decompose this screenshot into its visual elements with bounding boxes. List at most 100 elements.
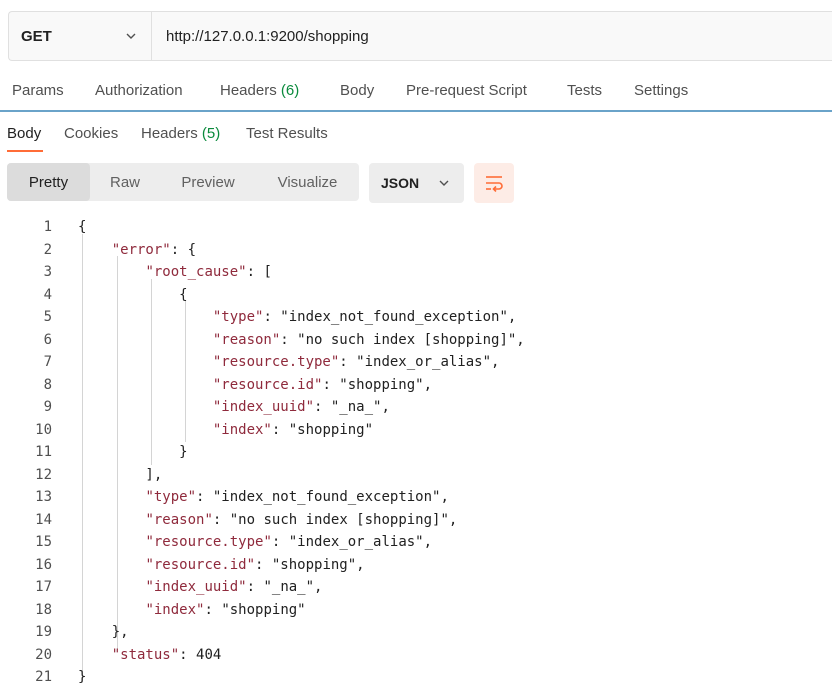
tab-label: Body — [7, 125, 42, 142]
tab-label: Settings — [634, 82, 689, 99]
code-line: 2 "error": { — [0, 239, 832, 262]
tab-label: Cookies — [64, 125, 119, 142]
active-tab-indicator — [7, 150, 43, 152]
tab-authorization[interactable]: Authorization — [95, 82, 183, 99]
line-number: 6 — [43, 331, 52, 348]
line-number: 21 — [35, 669, 52, 685]
request-url-bar: GET — [8, 11, 832, 61]
tab-label: Authorization — [95, 82, 183, 99]
line-number: 12 — [35, 466, 52, 483]
tab-label: Tests — [567, 82, 603, 99]
line-number: 16 — [35, 556, 52, 573]
code-line: 6 "reason": "no such index [shopping]", — [0, 329, 832, 352]
line-number: 15 — [35, 534, 52, 550]
response-tab-body[interactable]: Body — [7, 125, 41, 142]
code-line: 21} — [0, 666, 832, 689]
code-text: "index": "shopping" — [212, 421, 374, 438]
code-text: "resource.id": "shopping", — [145, 556, 365, 573]
code-text: "resource.id": "shopping", — [212, 376, 433, 393]
response-body-viewer: 1{2 "error": {3 "root_cause": [4 {5 "typ… — [0, 216, 832, 689]
code-line: 9 "index_uuid": "_na_", — [0, 396, 832, 419]
code-text: } — [78, 444, 188, 460]
view-mode-label: Pretty — [28, 173, 69, 191]
code-text: "resource.type": "index_or_alias", — [212, 354, 500, 370]
format-label: JSON — [381, 175, 420, 191]
tab-label: Params — [12, 82, 64, 99]
code-text: "type": "index_not_found_exception", — [145, 489, 449, 505]
tab-settings[interactable]: Settings — [634, 82, 688, 99]
code-line: 4 { — [0, 284, 832, 307]
line-number: 2 — [43, 241, 52, 258]
tab-label: Test Results — [246, 125, 328, 142]
code-text: "reason": "no such index [shopping]", — [212, 331, 525, 348]
code-text: } — [78, 669, 87, 685]
line-number: 14 — [35, 511, 52, 528]
line-number: 7 — [43, 354, 52, 370]
tab-params[interactable]: Params — [12, 82, 64, 99]
code-text: "index_uuid": "_na_", — [145, 579, 323, 595]
view-mode-label: Raw — [109, 173, 140, 191]
method-selector[interactable]: GET — [9, 12, 152, 60]
code-line: 1{ — [0, 216, 832, 239]
line-number: 4 — [43, 286, 52, 303]
tab-label: Headers — [220, 82, 277, 99]
code-line: 3 "root_cause": [ — [0, 261, 832, 284]
code-line: 17 "index_uuid": "_na_", — [0, 576, 832, 599]
line-number: 5 — [43, 309, 52, 325]
request-tabs: Params Authorization Headers (6) Body Pr… — [0, 70, 832, 112]
view-mode-label: Preview — [181, 173, 235, 191]
chevron-down-icon — [439, 180, 449, 186]
code-line: 5 "type": "index_not_found_exception", — [0, 306, 832, 329]
view-raw-button[interactable]: Raw — [90, 163, 160, 201]
code-text: }, — [78, 624, 129, 640]
tab-label: Pre-request Script — [406, 82, 527, 99]
response-tab-cookies[interactable]: Cookies — [64, 125, 118, 142]
response-tab-headers[interactable]: Headers (5) — [141, 125, 220, 142]
code-line: 14 "reason": "no such index [shopping]", — [0, 509, 832, 532]
tab-headers[interactable]: Headers (6) — [220, 82, 299, 99]
wrap-lines-icon — [486, 176, 503, 192]
code-line: 15 "resource.type": "index_or_alias", — [0, 531, 832, 554]
code-line: 18 "index": "shopping" — [0, 599, 832, 622]
line-number: 1 — [43, 219, 52, 235]
code-line: 13 "type": "index_not_found_exception", — [0, 486, 832, 509]
line-number: 9 — [43, 399, 52, 415]
line-number: 10 — [35, 421, 52, 438]
view-pretty-button[interactable]: Pretty — [7, 163, 90, 201]
tab-body[interactable]: Body — [340, 82, 374, 99]
view-mode-toggle: Pretty Raw Preview Visualize — [7, 163, 359, 201]
tab-label: Body — [340, 82, 375, 99]
code-text: "reason": "no such index [shopping]", — [145, 511, 458, 528]
url-input[interactable] — [152, 26, 768, 46]
code-text: "status": 404 — [111, 646, 222, 663]
method-label: GET — [21, 27, 52, 45]
code-line: 19 }, — [0, 621, 832, 644]
chevron-down-icon — [126, 33, 136, 39]
view-mode-label: Visualize — [277, 173, 338, 191]
line-number: 18 — [35, 601, 52, 618]
format-selector[interactable]: JSON — [369, 163, 464, 203]
wrap-lines-button[interactable] — [474, 163, 514, 203]
line-number: 11 — [35, 444, 52, 460]
response-tab-test-results[interactable]: Test Results — [246, 125, 328, 142]
view-preview-button[interactable]: Preview — [160, 163, 256, 201]
headers-count: (5) — [201, 125, 221, 142]
line-number: 17 — [35, 579, 52, 595]
code-line: 8 "resource.id": "shopping", — [0, 374, 832, 397]
tab-pre-request-script[interactable]: Pre-request Script — [406, 82, 527, 99]
line-number: 3 — [43, 264, 52, 280]
code-text: { — [78, 219, 87, 235]
code-text: "type": "index_not_found_exception", — [212, 309, 517, 325]
line-number: 20 — [35, 646, 52, 663]
line-number: 8 — [43, 376, 52, 393]
view-visualize-button[interactable]: Visualize — [256, 163, 359, 201]
code-text: "root_cause": [ — [145, 264, 272, 280]
headers-count: (6) — [280, 82, 300, 99]
tab-tests[interactable]: Tests — [567, 82, 602, 99]
code-line: 20 "status": 404 — [0, 644, 832, 667]
line-number: 13 — [35, 489, 52, 505]
tab-label: Headers — [141, 125, 198, 142]
code-text: "error": { — [111, 241, 197, 258]
line-number: 19 — [35, 624, 52, 640]
code-line: 12 ], — [0, 464, 832, 487]
